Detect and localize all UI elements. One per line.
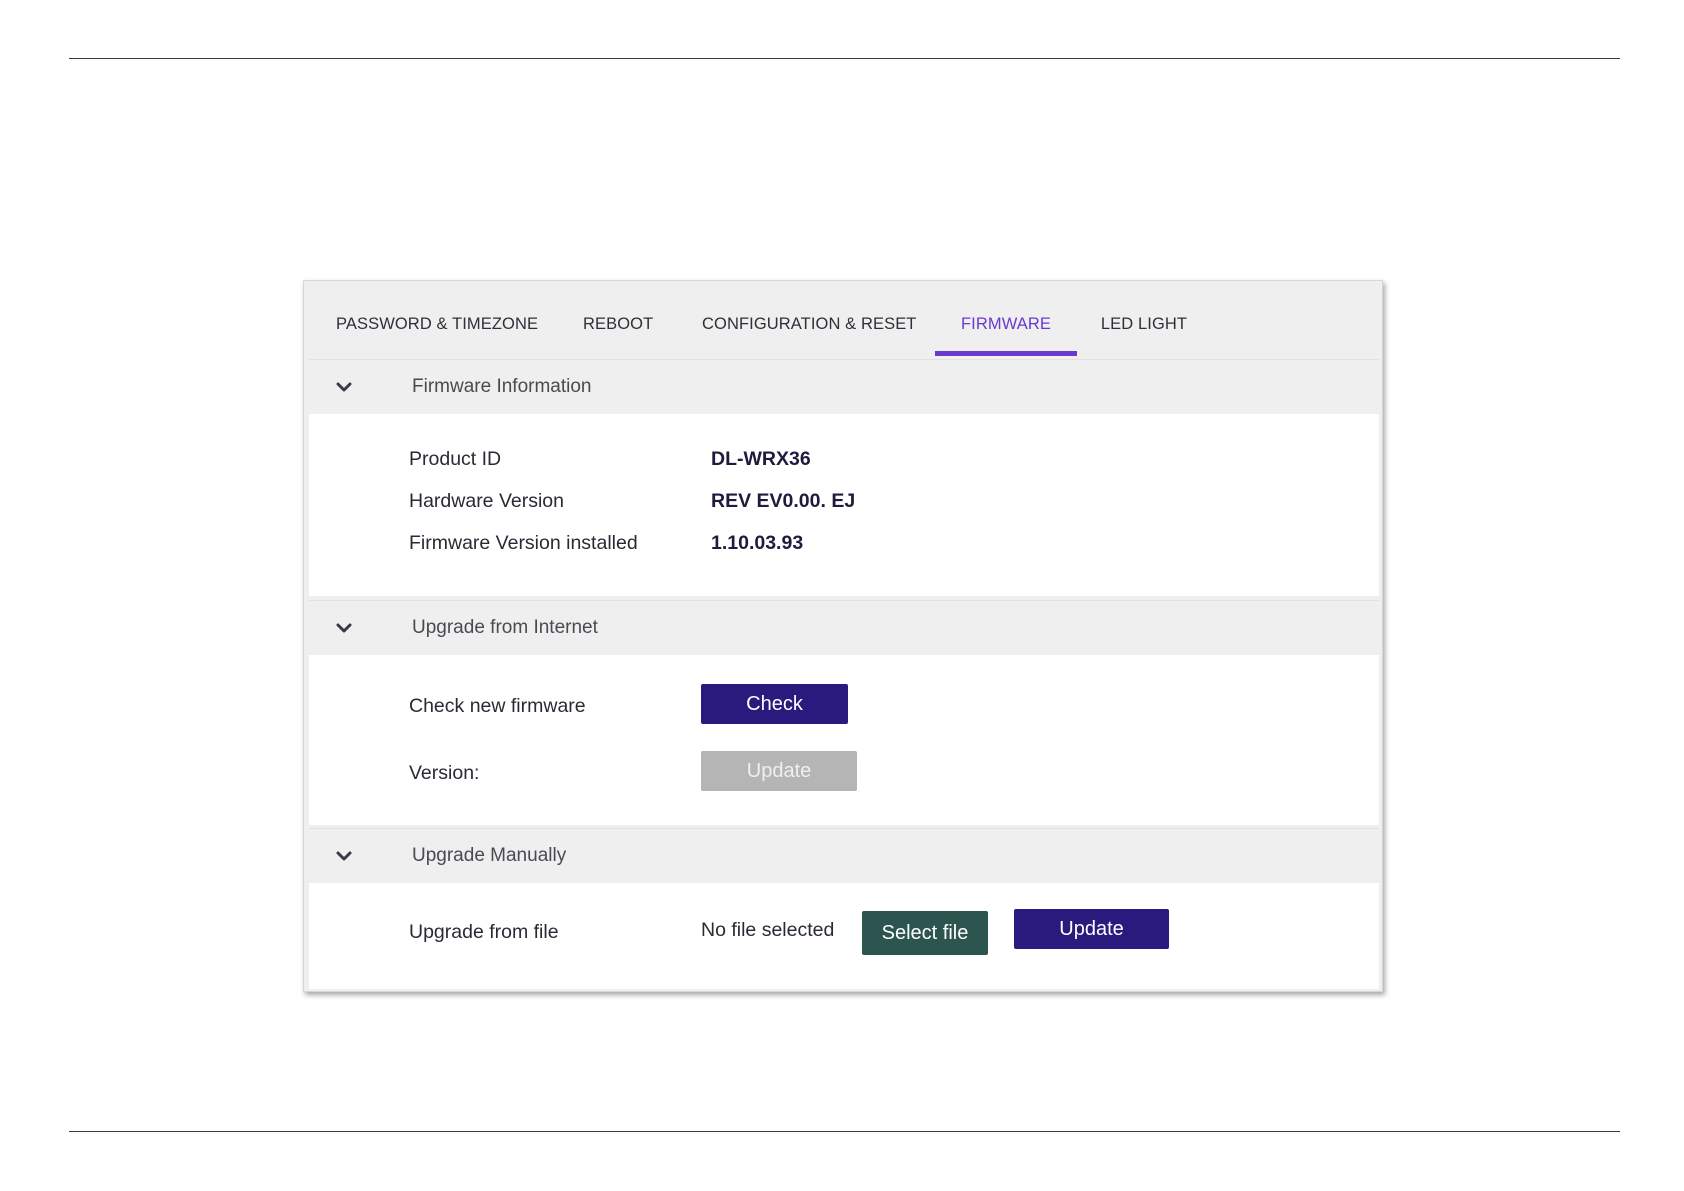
settings-panel: PASSWORD & TIMEZONE REBOOT CONFIGURATION…	[303, 280, 1383, 992]
product-id-label: Product ID	[409, 448, 502, 470]
chevron-down-icon[interactable]	[334, 846, 354, 866]
tab-firmware[interactable]: FIRMWARE	[935, 281, 1077, 356]
tab-bar: PASSWORD & TIMEZONE REBOOT CONFIGURATION…	[304, 281, 1382, 356]
hardware-version-value: REV EV0.00. EJ	[711, 490, 856, 512]
bottom-divider	[69, 1131, 1620, 1132]
section-title: Upgrade from Internet	[412, 617, 598, 638]
section-header-firmware-information[interactable]: Firmware Information	[309, 359, 1379, 414]
file-status-text: No file selected	[701, 919, 835, 941]
section-title: Upgrade Manually	[412, 845, 567, 866]
section-body-upgrade-manually: Upgrade from file No file selected Selec…	[309, 883, 1379, 989]
section-body-firmware-information: Product ID DL-WRX36 Hardware Version REV…	[309, 414, 1379, 596]
tab-password-timezone[interactable]: PASSWORD & TIMEZONE	[336, 281, 538, 355]
product-id-value: DL-WRX36	[711, 448, 811, 470]
upgrade-from-file-label: Upgrade from file	[409, 921, 559, 943]
update-button-internet[interactable]: Update	[701, 751, 857, 791]
tab-led-light[interactable]: LED LIGHT	[1100, 281, 1188, 355]
check-new-firmware-label: Check new firmware	[409, 695, 586, 717]
update-button-manual[interactable]: Update	[1014, 909, 1169, 949]
top-divider	[69, 58, 1620, 59]
check-button[interactable]: Check	[701, 684, 848, 724]
select-file-button[interactable]: Select file	[862, 911, 988, 955]
tab-reboot[interactable]: REBOOT	[583, 281, 653, 355]
tab-configuration-reset[interactable]: CONFIGURATION & RESET	[702, 281, 916, 355]
hardware-version-label: Hardware Version	[409, 490, 564, 512]
firmware-version-label: Firmware Version installed	[409, 532, 638, 554]
section-header-upgrade-manually[interactable]: Upgrade Manually	[309, 828, 1379, 883]
version-label: Version:	[409, 762, 480, 784]
section-body-upgrade-from-internet: Check new firmware Check Version: Update	[309, 655, 1379, 825]
chevron-down-icon[interactable]	[334, 618, 354, 638]
section-title: Firmware Information	[412, 376, 592, 397]
section-header-upgrade-from-internet[interactable]: Upgrade from Internet	[309, 600, 1379, 655]
firmware-version-value: 1.10.03.93	[711, 532, 804, 554]
chevron-down-icon[interactable]	[334, 377, 354, 397]
